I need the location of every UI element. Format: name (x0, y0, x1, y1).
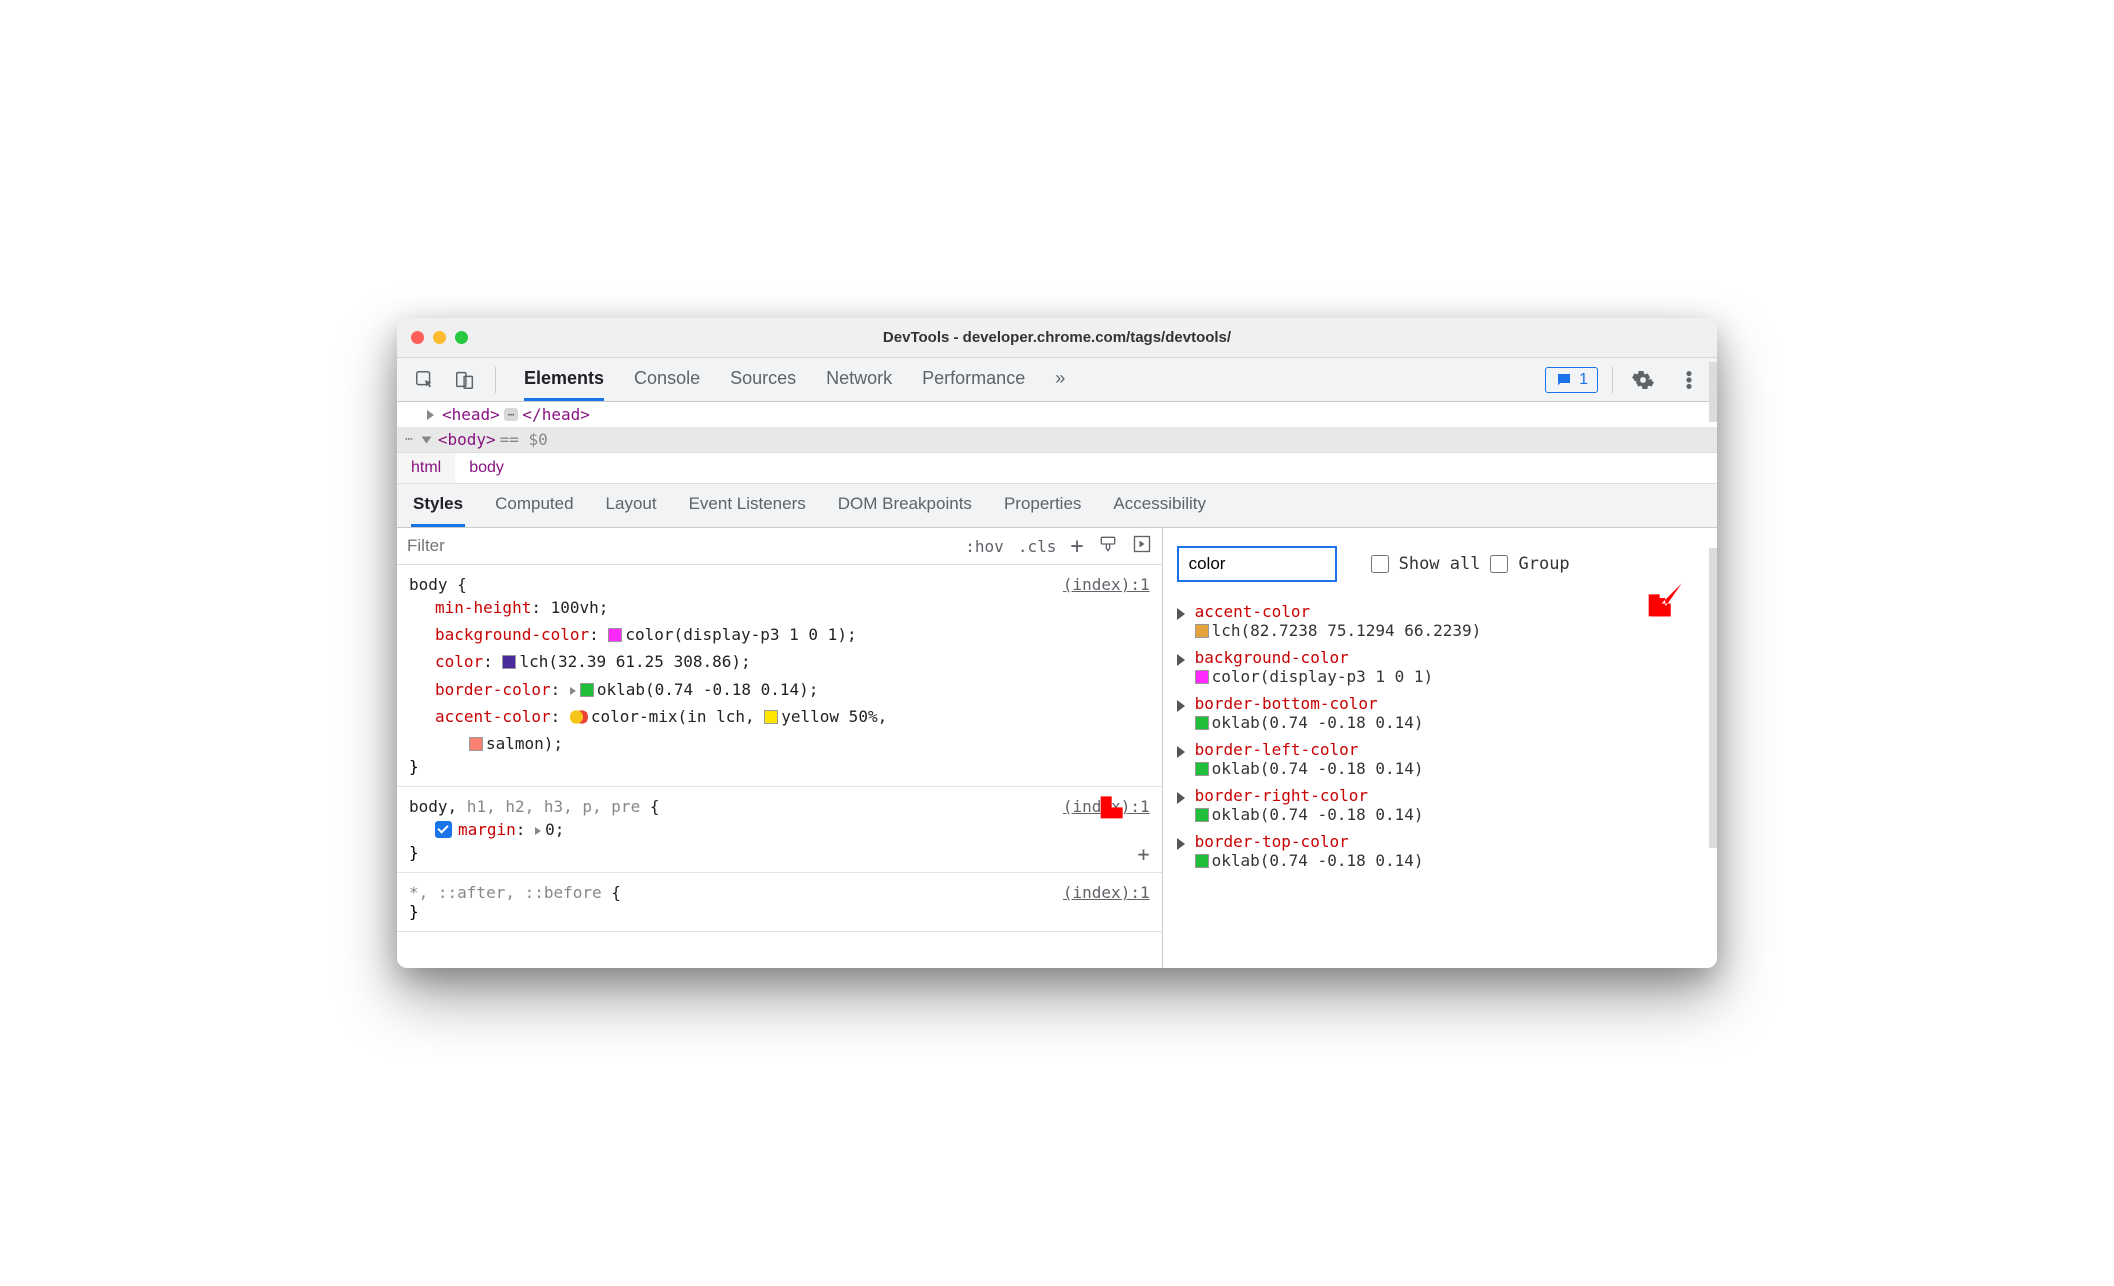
toolbar-right: 1 (1545, 364, 1705, 396)
color-swatch-icon[interactable] (1195, 716, 1209, 730)
source-link[interactable]: (index):1 (1063, 575, 1150, 594)
ellipsis-icon[interactable]: ⋯ (504, 408, 519, 421)
crumb-body[interactable]: body (455, 453, 518, 483)
insert-property-icon[interactable]: + (1138, 842, 1150, 866)
color-swatch-icon[interactable] (502, 655, 516, 669)
tab-console[interactable]: Console (634, 358, 700, 401)
color-swatch-icon[interactable] (1195, 670, 1209, 684)
tag-open: <body> (438, 430, 496, 449)
tag-open: <head> (442, 405, 500, 424)
settings-icon[interactable] (1627, 364, 1659, 396)
group-checkbox[interactable] (1490, 555, 1508, 573)
annotation-arrow-icon (1097, 778, 1141, 822)
styles-actions: :hov .cls + (965, 534, 1161, 559)
expand-icon[interactable] (427, 410, 434, 420)
computed-property[interactable]: border-left-color oklab(0.74 -0.18 0.14) (1177, 738, 1703, 784)
new-rule-icon[interactable]: + (1070, 534, 1083, 559)
styles-pane: :hov .cls + (index):1 body { min-height:… (397, 528, 1163, 968)
subtab-computed[interactable]: Computed (493, 484, 575, 527)
color-swatch-icon[interactable] (1195, 624, 1209, 638)
rules-list: (index):1 body { min-height: 100vh;backg… (397, 565, 1162, 932)
computed-pane: Show all Group accent-color lch(82.7238 … (1163, 528, 1717, 968)
divider (1612, 367, 1613, 393)
expand-icon[interactable] (1177, 608, 1185, 620)
crumb-html[interactable]: html (397, 453, 455, 483)
styles-filter-row: :hov .cls + (397, 528, 1162, 565)
color-swatch-icon[interactable] (1195, 808, 1209, 822)
tabs-overflow-icon[interactable]: » (1055, 358, 1065, 401)
color-swatch-icon[interactable] (764, 710, 778, 724)
source-link[interactable]: (index):1 (1063, 883, 1150, 902)
inspect-element-icon[interactable] (409, 364, 441, 396)
tab-performance[interactable]: Performance (922, 358, 1025, 401)
expand-shorthand-icon[interactable] (570, 687, 576, 695)
subtab-event-listeners[interactable]: Event Listeners (687, 484, 808, 527)
expand-icon[interactable] (1177, 700, 1185, 712)
main-tabs: Elements Console Sources Network Perform… (524, 358, 1065, 401)
expand-icon[interactable] (1177, 746, 1185, 758)
dom-tree: <head> ⋯ </head> ⋯ <body> == $0 (397, 402, 1717, 452)
css-rule[interactable]: (index):1 *, ::after, ::before { } (397, 873, 1162, 932)
selected-indicator: == $0 (500, 430, 548, 449)
subtab-layout[interactable]: Layout (604, 484, 659, 527)
computed-list: accent-color lch(82.7238 75.1294 66.2239… (1177, 600, 1703, 876)
group-label[interactable]: Group (1518, 554, 1569, 574)
dom-head-node[interactable]: <head> ⋯ </head> (397, 402, 1717, 427)
subtab-properties[interactable]: Properties (1002, 484, 1083, 527)
color-mix-icon[interactable] (570, 708, 588, 726)
subtab-accessibility[interactable]: Accessibility (1111, 484, 1208, 527)
expand-icon[interactable] (1177, 654, 1185, 666)
panes: :hov .cls + (index):1 body { min-height:… (397, 528, 1717, 968)
property-enabled-checkbox[interactable] (435, 821, 452, 838)
issues-count: 1 (1579, 371, 1588, 389)
styles-filter-input[interactable] (397, 528, 965, 564)
hov-toggle[interactable]: :hov (965, 537, 1004, 556)
device-toolbar-icon[interactable] (449, 364, 481, 396)
tag-close: </head> (522, 405, 589, 424)
scrollbar-thumb[interactable] (1709, 548, 1717, 848)
issues-badge[interactable]: 1 (1545, 367, 1598, 393)
computed-property[interactable]: background-color color(display-p3 1 0 1) (1177, 646, 1703, 692)
color-swatch-icon[interactable] (1195, 762, 1209, 776)
show-all-label[interactable]: Show all (1399, 554, 1481, 574)
dom-body-node[interactable]: ⋯ <body> == $0 (397, 427, 1717, 452)
computed-property[interactable]: border-top-color oklab(0.74 -0.18 0.14) (1177, 830, 1703, 876)
main-toolbar: Elements Console Sources Network Perform… (397, 358, 1717, 402)
css-rule[interactable]: (index):1 body, h1, h2, h3, p, pre { mar… (397, 787, 1162, 873)
cls-toggle[interactable]: .cls (1018, 537, 1057, 556)
overflow-dots-icon[interactable]: ⋯ (405, 432, 413, 447)
divider (495, 367, 496, 393)
window-title: DevTools - developer.chrome.com/tags/dev… (397, 329, 1717, 346)
expand-icon[interactable] (1177, 838, 1185, 850)
subtab-dom-breakpoints[interactable]: DOM Breakpoints (836, 484, 974, 527)
more-options-icon[interactable] (1673, 364, 1705, 396)
sidebar-tabs: Styles Computed Layout Event Listeners D… (397, 484, 1717, 528)
tab-network[interactable]: Network (826, 358, 892, 401)
color-swatch-icon[interactable] (608, 628, 622, 642)
tab-elements[interactable]: Elements (524, 358, 604, 401)
annotation-arrow-icon (1645, 576, 1689, 620)
computed-header: Show all Group (1177, 546, 1703, 582)
color-swatch-icon[interactable] (580, 683, 594, 697)
computed-property[interactable]: border-bottom-color oklab(0.74 -0.18 0.1… (1177, 692, 1703, 738)
computed-property[interactable]: border-right-color oklab(0.74 -0.18 0.14… (1177, 784, 1703, 830)
expand-shorthand-icon[interactable] (535, 827, 541, 835)
tab-sources[interactable]: Sources (730, 358, 796, 401)
subtab-styles[interactable]: Styles (411, 484, 465, 527)
devtools-window: DevTools - developer.chrome.com/tags/dev… (397, 318, 1717, 968)
color-swatch-icon[interactable] (1195, 854, 1209, 868)
scrollbar-thumb[interactable] (1709, 362, 1717, 422)
computed-property[interactable]: accent-color lch(82.7238 75.1294 66.2239… (1177, 600, 1703, 646)
css-rule[interactable]: (index):1 body { min-height: 100vh;backg… (397, 565, 1162, 787)
titlebar: DevTools - developer.chrome.com/tags/dev… (397, 318, 1717, 358)
expand-icon[interactable] (1177, 792, 1185, 804)
show-all-checkbox[interactable] (1371, 555, 1389, 573)
computed-toggle-icon[interactable] (1132, 534, 1152, 558)
breadcrumbs: html body (397, 452, 1717, 484)
collapse-icon[interactable] (421, 436, 431, 443)
computed-filter-input[interactable] (1177, 546, 1337, 582)
brush-icon[interactable] (1098, 534, 1118, 558)
